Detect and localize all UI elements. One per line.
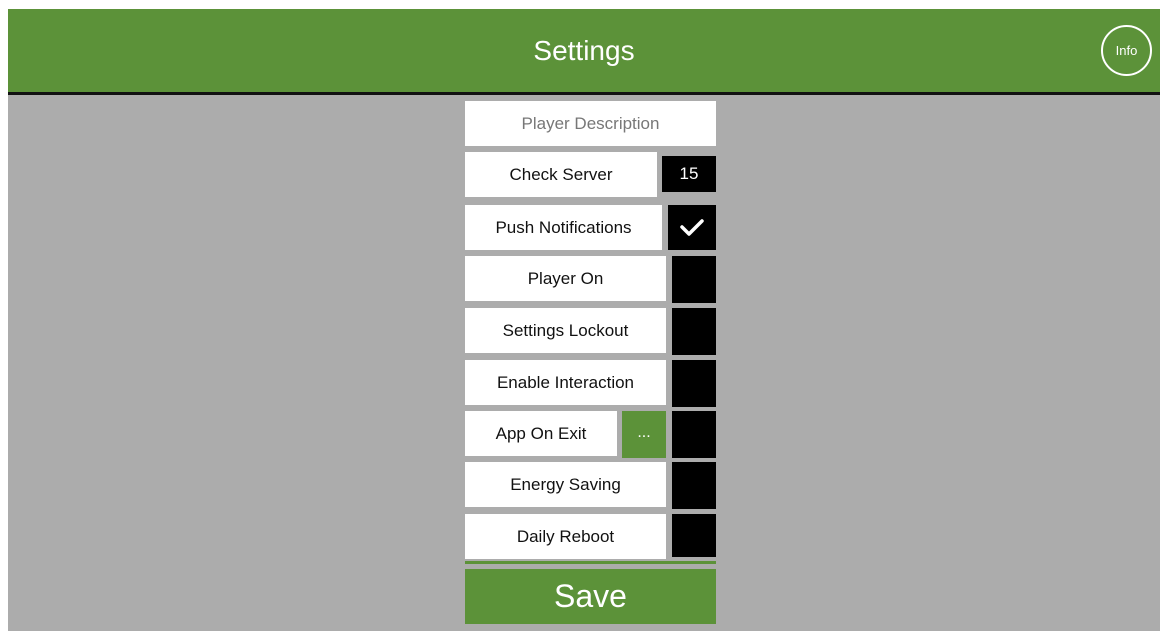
settings-lockout-checkbox[interactable] — [672, 308, 716, 355]
check-server-interval-input[interactable]: 15 — [662, 156, 716, 192]
push-notifications-checkbox[interactable] — [668, 205, 716, 250]
settings-lockout-label: Settings Lockout — [465, 308, 666, 353]
settings-panel: Player Description Check Server 15 Push … — [465, 9, 716, 631]
daily-reboot-label: Daily Reboot — [465, 514, 666, 559]
app-on-exit-label: App On Exit — [465, 411, 617, 456]
energy-saving-checkbox[interactable] — [672, 462, 716, 509]
divider — [465, 561, 716, 564]
app-on-exit-checkbox[interactable] — [672, 411, 716, 458]
player-description-input[interactable]: Player Description — [465, 101, 716, 146]
energy-saving-label: Energy Saving — [465, 462, 666, 507]
checkmark-icon — [680, 219, 704, 236]
info-button[interactable]: Info — [1101, 25, 1152, 76]
enable-interaction-label: Enable Interaction — [465, 360, 666, 405]
check-server-label: Check Server — [465, 152, 657, 197]
daily-reboot-checkbox[interactable] — [672, 514, 716, 557]
player-on-label: Player On — [465, 256, 666, 301]
save-button[interactable]: Save — [465, 569, 716, 624]
settings-screen: Settings Info Player Description Check S… — [8, 9, 1160, 631]
enable-interaction-checkbox[interactable] — [672, 360, 716, 407]
app-on-exit-browse-button[interactable]: ... — [622, 411, 666, 458]
player-on-checkbox[interactable] — [672, 256, 716, 303]
push-notifications-label: Push Notifications — [465, 205, 662, 250]
